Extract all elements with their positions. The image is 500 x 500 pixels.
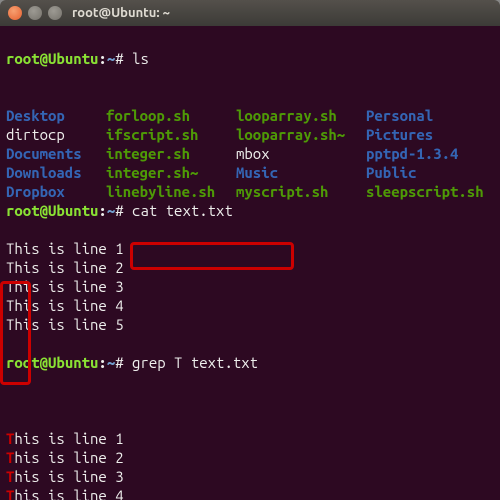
cat-line: This is line 3 <box>6 277 494 296</box>
ls-entry: Music <box>236 164 278 181</box>
grep-line: This is line 1 <box>6 429 494 448</box>
ls-entry: Pictures <box>366 126 433 143</box>
window-buttons <box>8 6 62 20</box>
ls-entry: looparray.sh~ <box>236 126 345 143</box>
ls-output: Desktop dirtocp Documents Downloads Dropbox f… <box>6 87 500 201</box>
ls-entry: mbox <box>236 145 270 162</box>
ls-entry: Personal <box>366 107 433 124</box>
ls-entry: pptpd-1.3.4 <box>366 145 458 162</box>
grep-output: This is line 1This is line 2This is line… <box>6 429 494 500</box>
ls-entry: integer.sh <box>106 145 190 162</box>
window-title: root@Ubuntu: ~ <box>72 6 170 20</box>
prompt-line-2: root@Ubuntu:~# cat text.txt <box>6 201 494 220</box>
command-cat: cat text.txt <box>132 202 233 219</box>
ls-entry: forloop.sh <box>106 107 190 124</box>
ls-entry: Documents <box>6 145 82 162</box>
cat-output: This is line 1This is line 2This is line… <box>6 239 494 334</box>
cat-line: This is line 1 <box>6 239 494 258</box>
cat-line: This is line 4 <box>6 296 494 315</box>
ls-entry: dirtocp <box>6 126 65 143</box>
maximize-icon[interactable] <box>48 6 62 20</box>
ls-entry: integer.sh~ <box>106 164 198 181</box>
ls-entry: looparray.sh <box>236 107 337 124</box>
command-grep: grep T text.txt <box>132 354 258 371</box>
prompt-line-1: root@Ubuntu:~# ls <box>6 49 494 68</box>
ls-entry: linebyline.sh <box>106 183 215 200</box>
prompt-user: root <box>6 50 40 67</box>
terminal-window: root@Ubuntu: ~ root@Ubuntu:~# ls Desktop… <box>0 0 500 500</box>
grep-line: This is line 2 <box>6 448 494 467</box>
prompt-line-3: root@Ubuntu:~# grep T text.txt <box>6 353 494 372</box>
ls-entry: Dropbox <box>6 183 65 200</box>
prompt-host: Ubuntu <box>48 50 98 67</box>
grep-line: This is line 4 <box>6 486 494 500</box>
prompt-path: ~ <box>107 50 115 67</box>
titlebar[interactable]: root@Ubuntu: ~ <box>0 0 500 26</box>
ls-entry: ifscript.sh <box>106 126 198 143</box>
ls-entry: Desktop <box>6 107 65 124</box>
ls-entry: myscript.sh <box>236 183 328 200</box>
close-icon[interactable] <box>8 6 22 20</box>
grep-line: This is line 3 <box>6 467 494 486</box>
ls-entry: Downloads <box>6 164 82 181</box>
ls-entry: sleepscript.sh <box>366 183 484 200</box>
ls-entry: Public <box>366 164 416 181</box>
minimize-icon[interactable] <box>28 6 42 20</box>
terminal-body[interactable]: root@Ubuntu:~# ls Desktop dirtocp Document… <box>0 26 500 500</box>
cat-line: This is line 5 <box>6 315 494 334</box>
cat-line: This is line 2 <box>6 258 494 277</box>
command-ls: ls <box>132 50 149 67</box>
